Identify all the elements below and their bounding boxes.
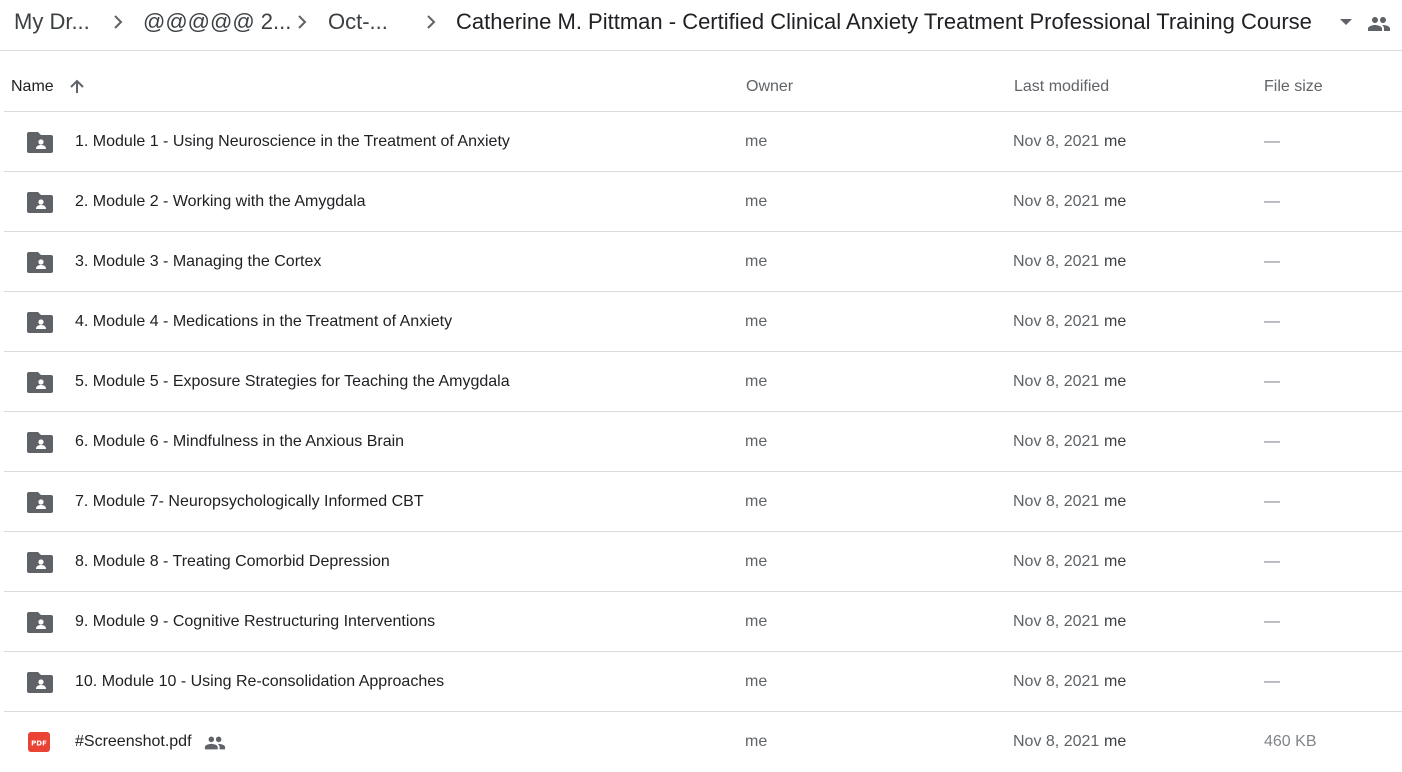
file-modified-by: me [1104,733,1127,750]
file-size: — [1264,433,1280,450]
file-size: — [1264,253,1280,270]
file-name: 4. Module 4 - Medications in the Treatme… [75,313,453,330]
file-name: 2. Module 2 - Working with the Amygdala [75,193,366,210]
column-header-name[interactable]: Name [11,78,54,96]
file-size: — [1264,193,1280,210]
file-name: 9. Module 9 - Cognitive Restructuring In… [75,613,436,630]
shared-folder-icon [26,550,54,579]
file-name: 3. Module 3 - Managing the Cortex [75,253,322,270]
chevron-right-icon [298,15,307,29]
file-list: 1. Module 1 - Using Neuroscience in the … [4,112,1402,772]
file-owner: me [745,133,768,150]
file-size: — [1264,613,1280,630]
file-row[interactable]: 9. Module 9 - Cognitive Restructuring In… [4,592,1402,652]
pdf-file-icon: PDF [28,732,50,757]
file-modified-by: me [1104,613,1127,630]
file-name: 7. Module 7- Neuropsychologically Inform… [75,493,424,510]
file-row[interactable]: 4. Module 4 - Medications in the Treatme… [4,292,1402,352]
shared-folder-icon [26,490,54,519]
file-modified-date: Nov 8, 2021 [1013,553,1100,570]
shared-folder-icon [26,130,54,159]
shared-folder-icon [26,670,54,699]
file-name: #Screenshot.pdf [75,733,192,750]
file-modified-date: Nov 8, 2021 [1013,373,1100,390]
file-name: 10. Module 10 - Using Re-consolidation A… [75,673,445,690]
file-row[interactable]: 2. Module 2 - Working with the Amygdala m… [4,172,1402,232]
file-modified-date: Nov 8, 2021 [1013,313,1100,330]
shared-folder-icon [26,370,54,399]
file-owner: me [745,193,768,210]
file-modified-by: me [1104,433,1127,450]
file-modified-by: me [1104,673,1127,690]
shared-folder-icon [26,430,54,459]
file-modified-by: me [1104,553,1127,570]
breadcrumb-item-2[interactable]: @@@@@ 2... [143,9,291,35]
file-owner: me [745,253,768,270]
file-size: — [1264,553,1280,570]
breadcrumb: My Dr... @@@@@ 2... Oct-... Catherine M.… [0,0,1402,51]
file-modified-date: Nov 8, 2021 [1013,193,1100,210]
file-modified-date: Nov 8, 2021 [1013,133,1100,150]
file-size: — [1264,673,1280,690]
column-header-owner[interactable]: Owner [746,78,793,96]
file-modified-by: me [1104,493,1127,510]
file-list-header: Name Owner Last modified File size [4,52,1402,112]
file-owner: me [745,313,768,330]
dropdown-arrow-icon[interactable] [1338,16,1354,28]
file-owner: me [745,433,768,450]
file-row[interactable]: 1. Module 1 - Using Neuroscience in the … [4,112,1402,172]
file-name: 6. Module 6 - Mindfulness in the Anxious… [75,433,405,450]
file-modified-by: me [1104,373,1127,390]
file-modified-by: me [1104,253,1127,270]
column-header-file-size[interactable]: File size [1264,78,1323,96]
chevron-right-icon [114,15,123,29]
file-size: 460 KB [1264,733,1317,750]
file-row[interactable]: 6. Module 6 - Mindfulness in the Anxious… [4,412,1402,472]
file-modified-date: Nov 8, 2021 [1013,673,1100,690]
file-size: — [1264,313,1280,330]
file-row[interactable]: PDF #Screenshot.pdf me Nov 8, 2021 me 460 KB [4,712,1402,772]
chevron-right-icon [427,15,436,29]
column-header-last-modified[interactable]: Last modified [1014,78,1109,96]
shared-folder-icon [26,250,54,279]
file-row[interactable]: 7. Module 7- Neuropsychologically Inform… [4,472,1402,532]
breadcrumb-current-folder[interactable]: Catherine M. Pittman - Certified Clinica… [456,9,1324,35]
shared-folder-icon [26,610,54,639]
file-owner: me [745,733,768,750]
file-row[interactable]: 8. Module 8 - Treating Comorbid Depressi… [4,532,1402,592]
file-name: 1. Module 1 - Using Neuroscience in the … [75,133,510,150]
file-name: 8. Module 8 - Treating Comorbid Depressi… [75,553,390,570]
file-owner: me [745,673,768,690]
file-modified-date: Nov 8, 2021 [1013,493,1100,510]
file-modified-date: Nov 8, 2021 [1013,253,1100,270]
breadcrumb-item-3[interactable]: Oct-... [328,9,388,35]
shared-people-icon[interactable] [1367,12,1391,36]
file-modified-date: Nov 8, 2021 [1013,433,1100,450]
shared-people-icon [204,732,226,759]
file-row[interactable]: 10. Module 10 - Using Re-consolidation A… [4,652,1402,712]
sort-ascending-arrow-icon[interactable] [68,78,86,96]
file-modified-by: me [1104,313,1127,330]
file-modified-by: me [1104,133,1127,150]
file-modified-date: Nov 8, 2021 [1013,733,1100,750]
file-modified-date: Nov 8, 2021 [1013,613,1100,630]
file-size: — [1264,373,1280,390]
file-owner: me [745,553,768,570]
file-name: 5. Module 5 - Exposure Strategies for Te… [75,373,510,390]
file-size: — [1264,133,1280,150]
shared-folder-icon [26,310,54,339]
file-row[interactable]: 3. Module 3 - Managing the Cortex me Nov 8… [4,232,1402,292]
shared-folder-icon [26,190,54,219]
file-modified-by: me [1104,193,1127,210]
pdf-icon-text: PDF [31,740,47,748]
file-owner: me [745,493,768,510]
breadcrumb-item-my-drive[interactable]: My Dr... [14,9,90,35]
file-row[interactable]: 5. Module 5 - Exposure Strategies for Te… [4,352,1402,412]
file-owner: me [745,373,768,390]
file-owner: me [745,613,768,630]
file-size: — [1264,493,1280,510]
